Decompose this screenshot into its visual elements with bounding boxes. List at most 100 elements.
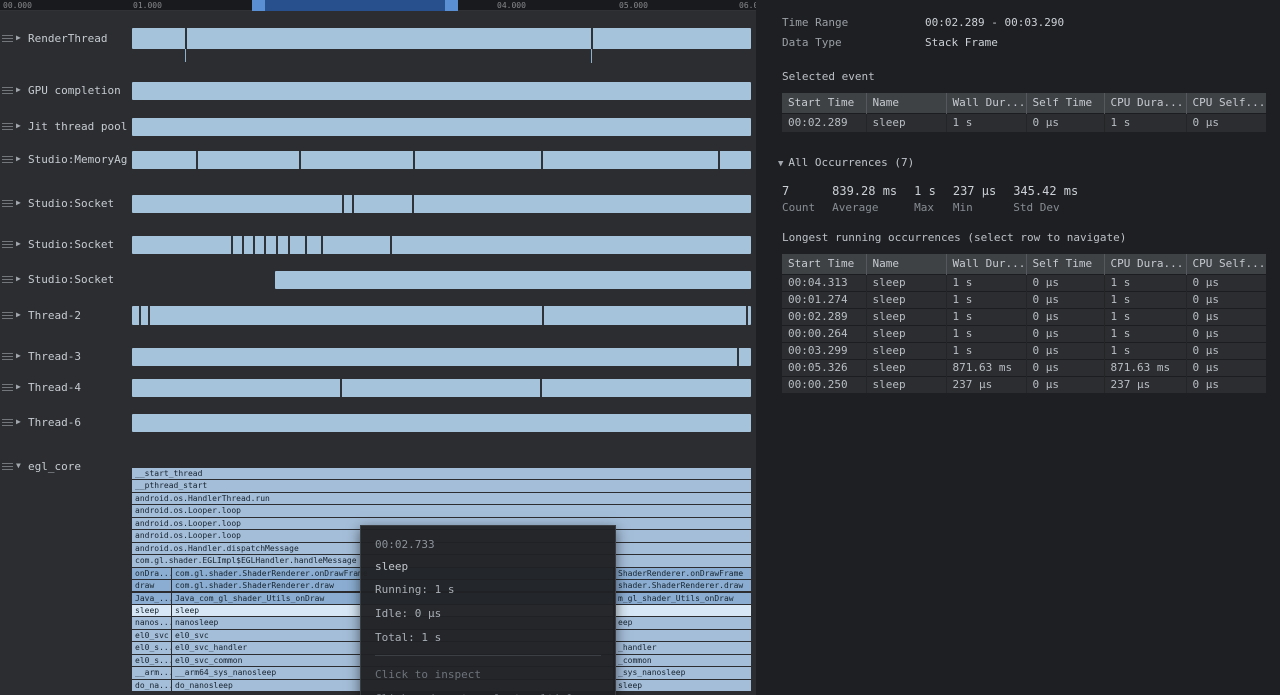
flame-segment[interactable]: _handler: [615, 642, 751, 654]
column-header[interactable]: Start Time: [782, 93, 867, 113]
track-event-mark: [390, 236, 393, 254]
column-header[interactable]: Start Time: [782, 254, 867, 274]
table-row[interactable]: 00:05.326 sleep 871.63 ms 0 µs 871.63 ms 0 µs: [782, 358, 1266, 376]
track-event-mark: [591, 28, 594, 49]
flame-segment[interactable]: _common: [615, 654, 751, 667]
column-header[interactable]: CPU Dura...: [1104, 254, 1187, 274]
flame-segment[interactable]: _sys_nanosleep: [615, 667, 751, 679]
thread-track[interactable]: [132, 414, 751, 432]
flame-segment[interactable]: android.os.HandlerThread.run: [132, 492, 751, 505]
stat-value: 1 s: [914, 184, 936, 198]
table-cell: 0 µs: [1026, 375, 1105, 393]
chevron-right-icon[interactable]: ▶: [16, 238, 21, 250]
flame-segment[interactable]: [615, 604, 751, 617]
track-event-mark: [342, 195, 345, 213]
column-header[interactable]: Name: [866, 93, 947, 113]
flame-segment[interactable]: sleep: [132, 604, 171, 617]
flame-segment[interactable]: sleep: [615, 679, 751, 692]
table-cell: 00:04.313: [782, 273, 867, 291]
chevron-right-icon[interactable]: ▶: [16, 84, 21, 96]
thread-track[interactable]: [132, 236, 751, 254]
drag-handle-icon[interactable]: [2, 156, 13, 164]
table-cell: 1 s: [1104, 273, 1187, 291]
table-cell: 871.63 ms: [1104, 358, 1187, 376]
table-cell: 1 s: [1104, 290, 1187, 308]
flame-segment[interactable]: el0_svc: [132, 629, 171, 642]
table-row[interactable]: 00:02.289 sleep 1 s0 µs 1 s0 µs: [782, 307, 1266, 325]
flame-segment[interactable]: draw: [132, 580, 171, 592]
drag-handle-icon[interactable]: [2, 463, 13, 471]
chevron-right-icon[interactable]: ▶: [16, 416, 21, 428]
drag-handle-icon[interactable]: [2, 87, 13, 95]
table-cell: 00:01.274: [782, 290, 867, 308]
drag-handle-icon[interactable]: [2, 312, 13, 320]
flame-segment[interactable]: android.os.Looper.loop: [132, 505, 751, 517]
thread-track[interactable]: [132, 151, 751, 169]
flame-segment[interactable]: el0_s...: [132, 642, 171, 654]
flame-segment[interactable]: do_na...: [132, 679, 171, 692]
drag-handle-icon[interactable]: [2, 123, 13, 131]
table-row[interactable]: 00:02.289 sleep 1 s0 µs 1 s0 µs: [782, 112, 1266, 132]
column-header[interactable]: CPU Dura...: [1104, 93, 1187, 113]
chevron-right-icon[interactable]: ▶: [16, 197, 21, 209]
chevron-right-icon[interactable]: ▶: [16, 153, 21, 165]
flame-segment[interactable]: __pthread_start: [132, 480, 751, 492]
selected-event-table: Start Time Name Wall Dur... Self Time CPU Du…: [782, 93, 1266, 132]
selection-range[interactable]: [252, 0, 458, 11]
chevron-down-icon[interactable]: ▼: [16, 460, 21, 472]
column-header[interactable]: Name: [866, 254, 947, 274]
flame-segment[interactable]: nanos...: [132, 617, 171, 629]
selection-handle-left[interactable]: [252, 0, 265, 11]
chevron-right-icon[interactable]: ▶: [16, 309, 21, 321]
flame-segment[interactable]: __start_thread: [132, 468, 751, 480]
track-event-mark: [320, 236, 323, 254]
table-row[interactable]: 00:03.299 sleep 1 s0 µs 1 s0 µs: [782, 341, 1266, 359]
column-header[interactable]: Self Time: [1026, 93, 1105, 113]
flame-segment[interactable]: el0_s...: [132, 654, 171, 667]
occurrences-toggle[interactable]: ▼ All Occurrences (7): [778, 156, 914, 169]
chevron-right-icon[interactable]: ▶: [16, 350, 21, 362]
thread-track[interactable]: [132, 348, 751, 366]
thread-track[interactable]: [132, 118, 751, 136]
column-header[interactable]: Wall Dur...: [946, 93, 1027, 113]
drag-handle-icon[interactable]: [2, 200, 13, 208]
flame-segment[interactable]: onDra...: [132, 567, 171, 579]
flame-segment[interactable]: Java_...: [132, 592, 171, 604]
drag-handle-icon[interactable]: [2, 419, 13, 427]
drag-handle-icon[interactable]: [2, 384, 13, 392]
chevron-right-icon[interactable]: ▶: [16, 32, 21, 44]
flame-segment[interactable]: ShaderRenderer.onDrawFrame: [615, 567, 751, 579]
drag-handle-icon[interactable]: [2, 35, 13, 43]
table-row[interactable]: 00:04.313 sleep 1 s0 µs 1 s0 µs: [782, 273, 1266, 291]
chevron-right-icon[interactable]: ▶: [16, 120, 21, 132]
thread-track[interactable]: [132, 195, 751, 213]
thread-track[interactable]: [275, 271, 751, 289]
time-ruler[interactable]: 00.00001.00002.00003.00004.00005.00006.0: [0, 0, 758, 11]
column-header[interactable]: Wall Dur...: [946, 254, 1027, 274]
table-row[interactable]: 00:00.250 sleep 237 µs 0 µs 237 µs 0 µs: [782, 375, 1266, 393]
table-row[interactable]: 00:01.274 sleep 1 s0 µs 1 s0 µs: [782, 290, 1266, 308]
selection-handle-right[interactable]: [445, 0, 458, 11]
flame-segment[interactable]: [615, 629, 751, 642]
table-row[interactable]: 00:00.264 sleep 1 s0 µs 1 s0 µs: [782, 324, 1266, 342]
flame-segment[interactable]: __arm...: [132, 667, 171, 679]
drag-handle-icon[interactable]: [2, 353, 13, 361]
thread-track[interactable]: [132, 82, 751, 100]
chevron-right-icon[interactable]: ▶: [16, 273, 21, 285]
table-cell: 1 s: [946, 324, 1027, 342]
flame-segment[interactable]: shader.ShaderRenderer.draw: [615, 580, 751, 592]
column-header[interactable]: CPU Self...: [1186, 254, 1266, 274]
event-tooltip: 00:02.733 sleep Running: 1 s Idle: 0 µs …: [360, 525, 616, 695]
thread-track[interactable]: [132, 306, 751, 325]
flame-segment[interactable]: m_gl_shader_Utils_onDraw: [615, 592, 751, 604]
track-event-mark: [737, 348, 740, 366]
column-header[interactable]: CPU Self...: [1186, 93, 1266, 113]
flame-segment[interactable]: eep: [615, 617, 751, 629]
column-header[interactable]: Self Time: [1026, 254, 1105, 274]
chevron-right-icon[interactable]: ▶: [16, 381, 21, 393]
drag-handle-icon[interactable]: [2, 241, 13, 249]
thread-track[interactable]: [132, 28, 751, 49]
drag-handle-icon[interactable]: [2, 276, 13, 284]
track-event-mark: [242, 236, 245, 254]
thread-track[interactable]: [132, 379, 751, 397]
